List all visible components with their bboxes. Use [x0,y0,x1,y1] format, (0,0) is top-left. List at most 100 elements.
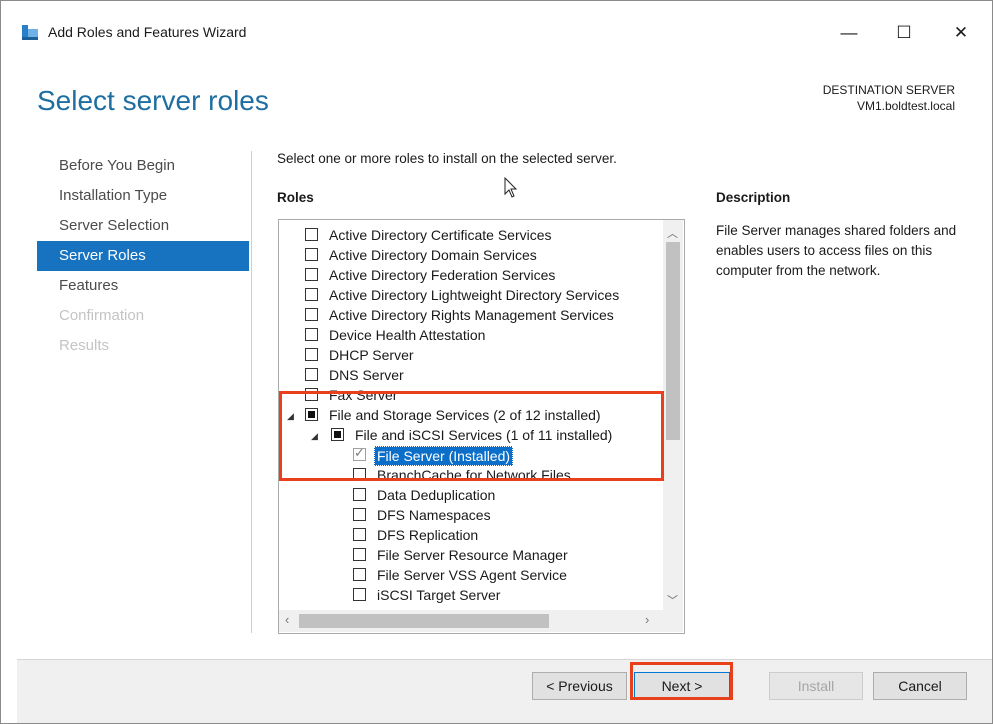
role-label[interactable]: Active Directory Lightweight Directory S… [329,286,619,304]
minimize-icon: — [840,23,858,42]
wizard-window: Add Roles and Features Wizard — ☐ ✕ Sele… [0,0,993,724]
role-row[interactable]: File Server Resource Manager [279,546,663,566]
role-checkbox[interactable] [305,268,318,281]
role-checkbox[interactable] [305,308,318,321]
role-row[interactable]: Active Directory Certificate Services [279,226,663,246]
role-checkbox[interactable] [353,548,366,561]
role-label[interactable]: Active Directory Federation Services [329,266,555,284]
role-label[interactable]: iSCSI Target Server [377,586,500,604]
role-label[interactable]: DHCP Server [329,346,414,364]
maximize-button[interactable]: ☐ [881,13,927,53]
description-heading: Description [716,190,791,205]
scroll-right-icon[interactable]: › [645,612,649,627]
role-checkbox[interactable] [305,348,318,361]
role-checkbox[interactable] [305,288,318,301]
nav-item-before-you-begin[interactable]: Before You Begin [37,151,249,181]
role-label[interactable]: Active Directory Domain Services [329,246,537,264]
role-checkbox[interactable] [353,588,366,601]
scroll-up-icon[interactable]: ︿ [667,225,678,241]
role-checkbox[interactable] [353,568,366,581]
scroll-left-icon[interactable]: ‹ [285,612,289,627]
nav-item-server-selection[interactable]: Server Selection [37,211,249,241]
role-row[interactable]: DFS Replication [279,526,663,546]
role-checkbox[interactable] [305,228,318,241]
role-label[interactable]: File and iSCSI Services (1 of 11 install… [355,426,612,444]
nav-item-confirmation: Confirmation [59,307,145,324]
role-checkbox[interactable] [305,328,318,341]
role-label[interactable]: Active Directory Rights Management Servi… [329,306,614,324]
server-manager-icon [22,25,38,40]
expand-collapse-icon[interactable]: ◢ [311,429,318,443]
description-text: File Server manages shared folders and e… [716,223,957,278]
role-label[interactable]: DNS Server [329,366,404,384]
role-label[interactable]: Active Directory Certificate Services [329,226,552,244]
install-button[interactable]: Install [769,672,863,700]
close-icon: ✕ [953,23,969,42]
role-row[interactable]: Active Directory Rights Management Servi… [279,306,663,326]
role-label[interactable]: File Server Resource Manager [377,546,568,564]
vertical-scroll-thumb[interactable] [666,242,680,440]
role-checkbox[interactable] [353,508,366,521]
roles-list-items: Active Directory Certificate Services Act… [279,226,663,606]
previous-button[interactable]: < Previous [532,672,627,700]
role-checkbox[interactable] [353,446,366,461]
nav-item-installation-type[interactable]: Installation Type [37,181,249,211]
window-title: Add Roles and Features Wizard [48,24,247,40]
role-row[interactable]: ◢ File and iSCSI Services (1 of 11 instal… [279,426,663,446]
destination-server-label: DESTINATION SERVER [822,83,955,97]
role-checkbox[interactable] [353,488,366,501]
role-row[interactable]: DHCP Server [279,346,663,366]
role-label[interactable]: File Server (Installed) [374,446,514,466]
vertical-scrollbar[interactable]: ︿ ﹀ [663,220,683,610]
role-row[interactable]: Fax Server [279,386,663,406]
page-title: Select server roles [37,85,269,116]
role-row[interactable]: DNS Server [279,366,663,386]
role-checkbox[interactable] [305,248,318,261]
minimize-button[interactable]: — [826,13,872,53]
cancel-button[interactable]: Cancel [873,672,967,700]
role-label[interactable]: Fax Server [329,386,397,404]
horizontal-scrollbar[interactable]: ‹ › [279,610,663,632]
role-row[interactable]: BranchCache for Network Files [279,466,663,486]
next-button[interactable]: Next > [634,672,730,700]
role-row[interactable]: Data Deduplication [279,486,663,506]
nav-item-results: Results [59,337,110,354]
wizard-nav: Before You Begin Installation Type Server … [37,151,249,361]
instruction-text: Select one or more roles to install on t… [277,151,617,166]
role-checkbox[interactable] [331,428,344,441]
role-row[interactable]: File Server (Installed) [279,446,663,466]
role-checkbox[interactable] [305,368,318,381]
roles-list-viewport: Active Directory Certificate Services Act… [279,220,663,610]
maximize-icon: ☐ [896,23,912,42]
scroll-down-icon[interactable]: ﹀ [667,592,678,608]
roles-list[interactable]: Active Directory Certificate Services Act… [278,219,685,634]
role-label[interactable]: File and Storage Services (2 of 12 insta… [329,406,601,424]
close-button[interactable]: ✕ [938,13,984,53]
role-label[interactable]: DFS Replication [377,526,478,544]
nav-item-features[interactable]: Features [37,271,249,301]
expand-collapse-icon[interactable]: ◢ [287,409,294,423]
role-label[interactable]: BranchCache for Network Files [377,466,571,484]
role-checkbox[interactable] [305,408,318,421]
nav-item-server-roles[interactable]: Server Roles [37,241,249,271]
role-row[interactable]: Device Health Attestation [279,326,663,346]
role-checkbox[interactable] [353,528,366,541]
role-row[interactable]: Active Directory Federation Services [279,266,663,286]
title-bar: Add Roles and Features Wizard — ☐ ✕ [1,1,992,63]
scrollbar-corner [663,610,683,632]
role-checkbox[interactable] [305,388,318,401]
mouse-cursor-icon [504,177,518,198]
role-row[interactable]: ◢ File and Storage Services (2 of 12 inst… [279,406,663,426]
role-row[interactable]: Active Directory Domain Services [279,246,663,266]
role-label[interactable]: DFS Namespaces [377,506,491,524]
nav-divider [251,151,252,633]
role-label[interactable]: Device Health Attestation [329,326,485,344]
role-checkbox[interactable] [353,468,366,481]
role-row[interactable]: File Server VSS Agent Service [279,566,663,586]
horizontal-scroll-thumb[interactable] [299,614,549,628]
role-row[interactable]: iSCSI Target Server [279,586,663,606]
role-label[interactable]: File Server VSS Agent Service [377,566,567,584]
role-row[interactable]: Active Directory Lightweight Directory S… [279,286,663,306]
role-row[interactable]: DFS Namespaces [279,506,663,526]
role-label[interactable]: Data Deduplication [377,486,495,504]
